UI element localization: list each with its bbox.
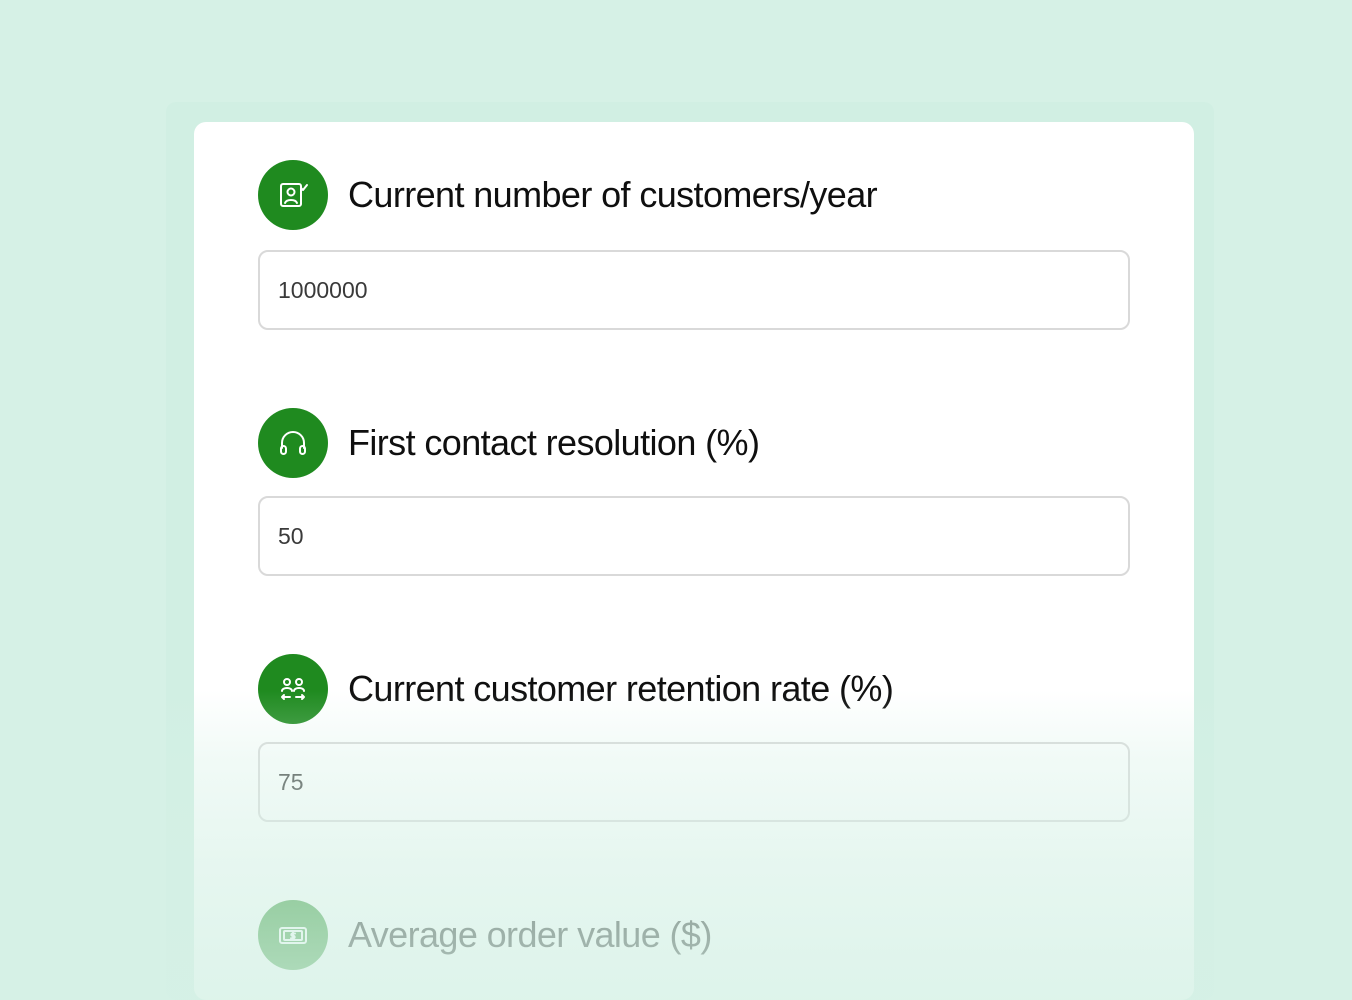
field-average-order-value: Average order value ($)	[258, 900, 1130, 970]
field-header: Current number of customers/year	[258, 160, 1130, 230]
field-header: Current customer retention rate (%)	[258, 654, 1130, 724]
cash-icon	[258, 900, 328, 970]
field-label: Average order value ($)	[348, 914, 712, 955]
field-header: Average order value ($)	[258, 900, 1130, 970]
field-label: First contact resolution (%)	[348, 422, 760, 463]
calculator-form-card: Current number of customers/year First c…	[194, 122, 1194, 1000]
first-contact-resolution-input[interactable]	[258, 496, 1130, 576]
customer-exchange-icon	[258, 654, 328, 724]
field-header: First contact resolution (%)	[258, 408, 1130, 478]
field-customers-per-year: Current number of customers/year	[258, 160, 1130, 230]
customer-retention-rate-input[interactable]	[258, 742, 1130, 822]
field-first-contact-resolution: First contact resolution (%)	[258, 408, 1130, 478]
field-customer-retention-rate: Current customer retention rate (%)	[258, 654, 1130, 724]
headset-icon	[258, 408, 328, 478]
field-label: Current customer retention rate (%)	[348, 668, 894, 709]
customers-per-year-input[interactable]	[258, 250, 1130, 330]
field-label: Current number of customers/year	[348, 174, 878, 215]
customer-card-icon	[258, 160, 328, 230]
